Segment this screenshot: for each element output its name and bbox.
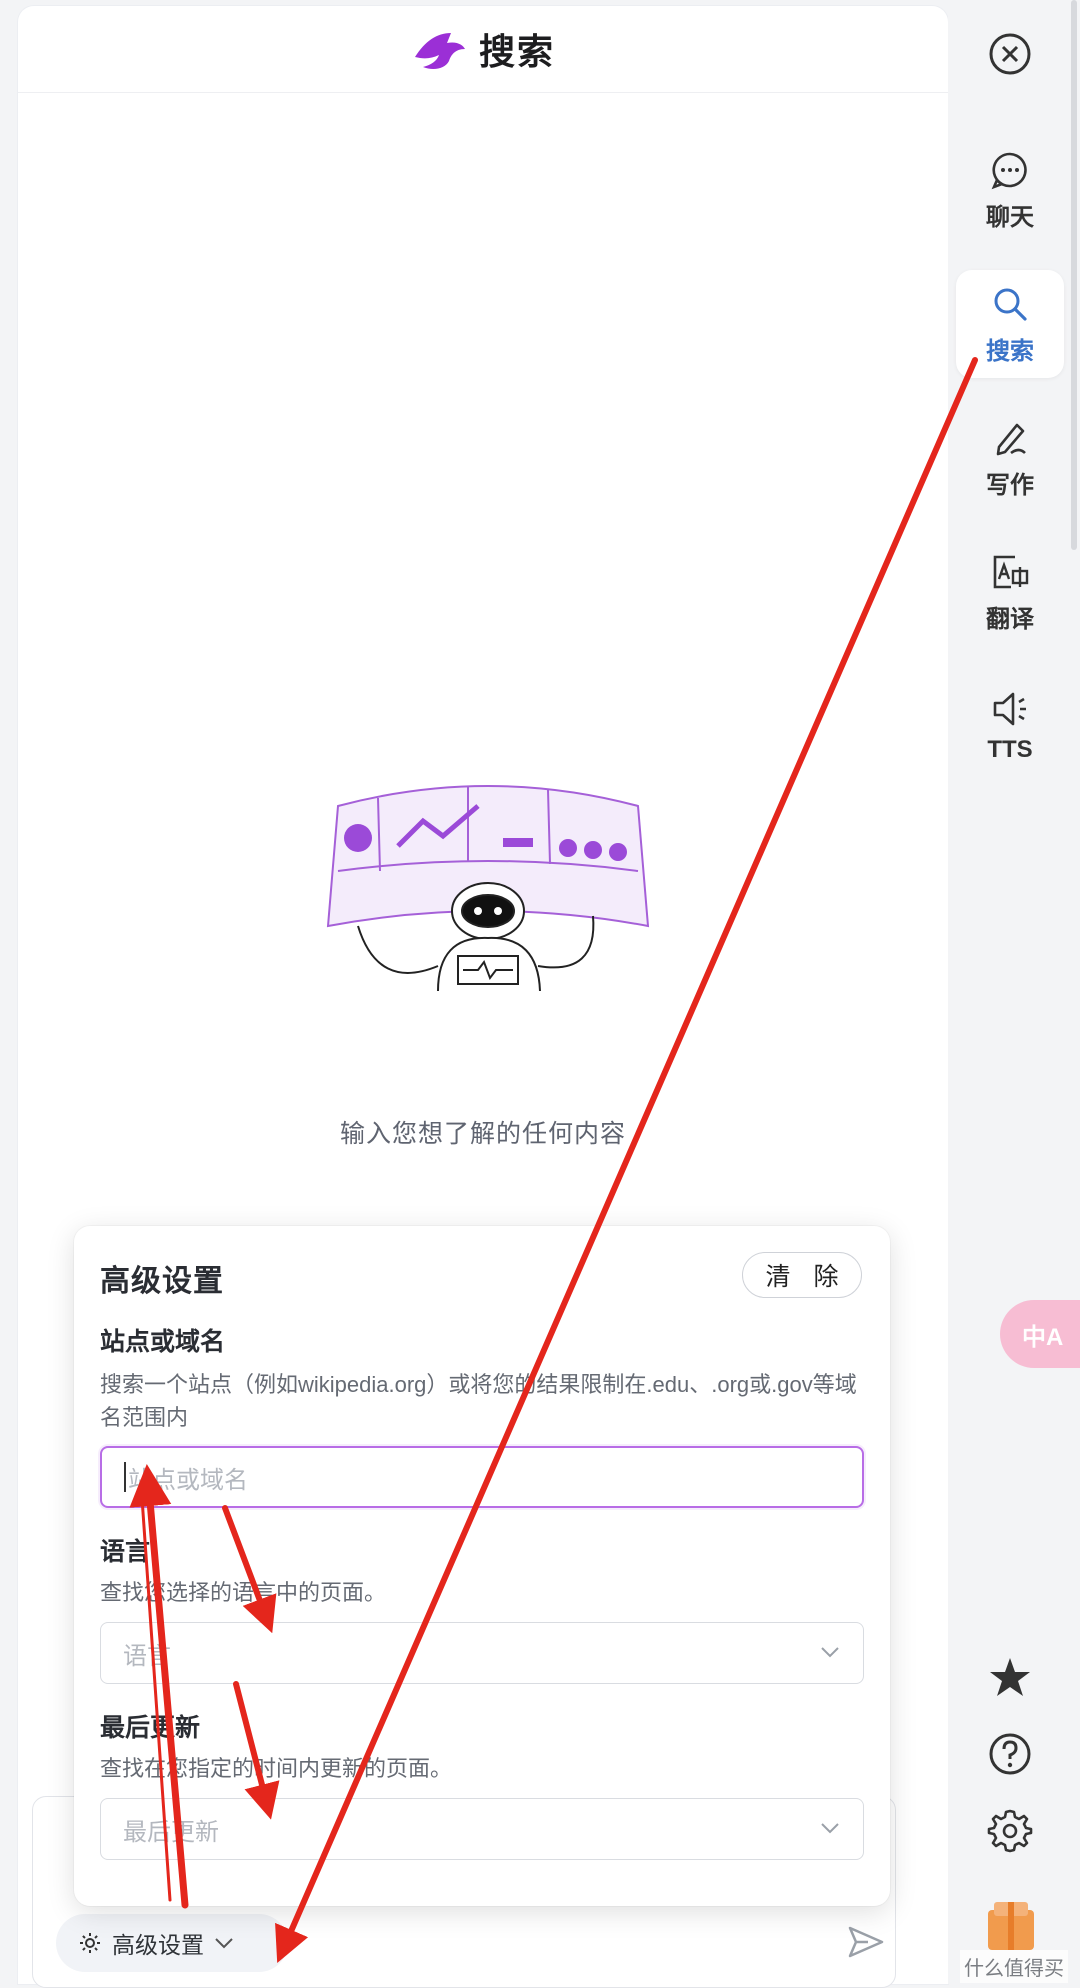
chevron-down-icon: [215, 1938, 233, 1949]
floating-translate-button[interactable]: 中A: [1000, 1300, 1080, 1368]
sidebar-scrollbar[interactable]: [1071, 0, 1077, 550]
site-section-title: 站点或域名: [100, 1328, 226, 1356]
sidebar-item-label: 翻译: [986, 605, 1034, 633]
chevron-down-icon: [821, 1823, 839, 1834]
text-caret: [124, 1462, 126, 1492]
language-placeholder: 语言: [123, 1642, 171, 1670]
chat-bubble-icon: [991, 152, 1027, 189]
language-select[interactable]: 语言: [100, 1622, 864, 1684]
chevron-down-icon: [821, 1647, 839, 1658]
panel-header: 搜索: [18, 6, 948, 93]
advanced-settings-toggle[interactable]: 高级设置: [56, 1914, 288, 1972]
site-section-description: 搜索一个站点（例如wikipedia.org）或将您的结果限制在.edu、.or…: [100, 1372, 857, 1430]
sidebar-item-label: 搜索: [986, 337, 1034, 365]
sidebar-item-chat[interactable]: 聊天: [956, 136, 1064, 244]
clear-button[interactable]: 清 除: [742, 1252, 862, 1298]
empty-state-prompt: 输入您想了解的任何内容: [339, 1120, 626, 1148]
updated-section-title: 最后更新: [100, 1714, 201, 1742]
settings-icon[interactable]: [982, 1802, 1038, 1858]
site-domain-input[interactable]: 站点或域名: [100, 1446, 864, 1508]
page-title: 搜索: [478, 31, 555, 72]
sidebar-item-label: TTS: [987, 736, 1033, 763]
pen-icon: [996, 423, 1026, 455]
advanced-settings-popup: 高级设置 清 除 站点或域名 搜索一个站点（例如wikipedia.org）或将…: [74, 1226, 890, 1906]
updated-section-description: 查找在您指定的时间内更新的页面。: [100, 1756, 453, 1781]
advanced-settings-label: 高级设置: [112, 1932, 204, 1958]
last-updated-placeholder: 最后更新: [123, 1818, 219, 1846]
help-icon[interactable]: [982, 1726, 1038, 1782]
sidebar-item-label: 聊天: [986, 203, 1034, 231]
close-circle-icon[interactable]: [982, 26, 1038, 82]
advanced-settings-title: 高级设置: [100, 1265, 224, 1298]
speaker-icon: [993, 692, 1026, 726]
translate-image-icon: [993, 555, 1029, 588]
sidebar-item-label: 写作: [986, 471, 1034, 499]
sidebar-item-tts[interactable]: TTS: [956, 672, 1064, 780]
last-updated-select[interactable]: 最后更新: [100, 1798, 864, 1860]
bird-logo-icon: [414, 33, 465, 69]
sidebar-item-translate[interactable]: 翻译: [956, 538, 1064, 646]
search-icon: [994, 288, 1027, 321]
sidebar-item-write[interactable]: 写作: [956, 404, 1064, 512]
gift-icon[interactable]: [980, 1892, 1042, 1954]
language-section-title: 语言: [100, 1538, 151, 1566]
site-watermark: 什么值得买: [960, 1950, 1068, 1983]
site-domain-placeholder: 站点或域名: [128, 1466, 248, 1494]
star-icon[interactable]: [982, 1650, 1038, 1706]
gear-icon: [80, 1933, 100, 1953]
sidebar-item-search[interactable]: 搜索: [956, 270, 1064, 378]
send-icon[interactable]: [846, 1922, 886, 1962]
robot-dashboard-illustration: [326, 785, 650, 992]
language-section-description: 查找您选择的语言中的页面。: [100, 1580, 387, 1605]
